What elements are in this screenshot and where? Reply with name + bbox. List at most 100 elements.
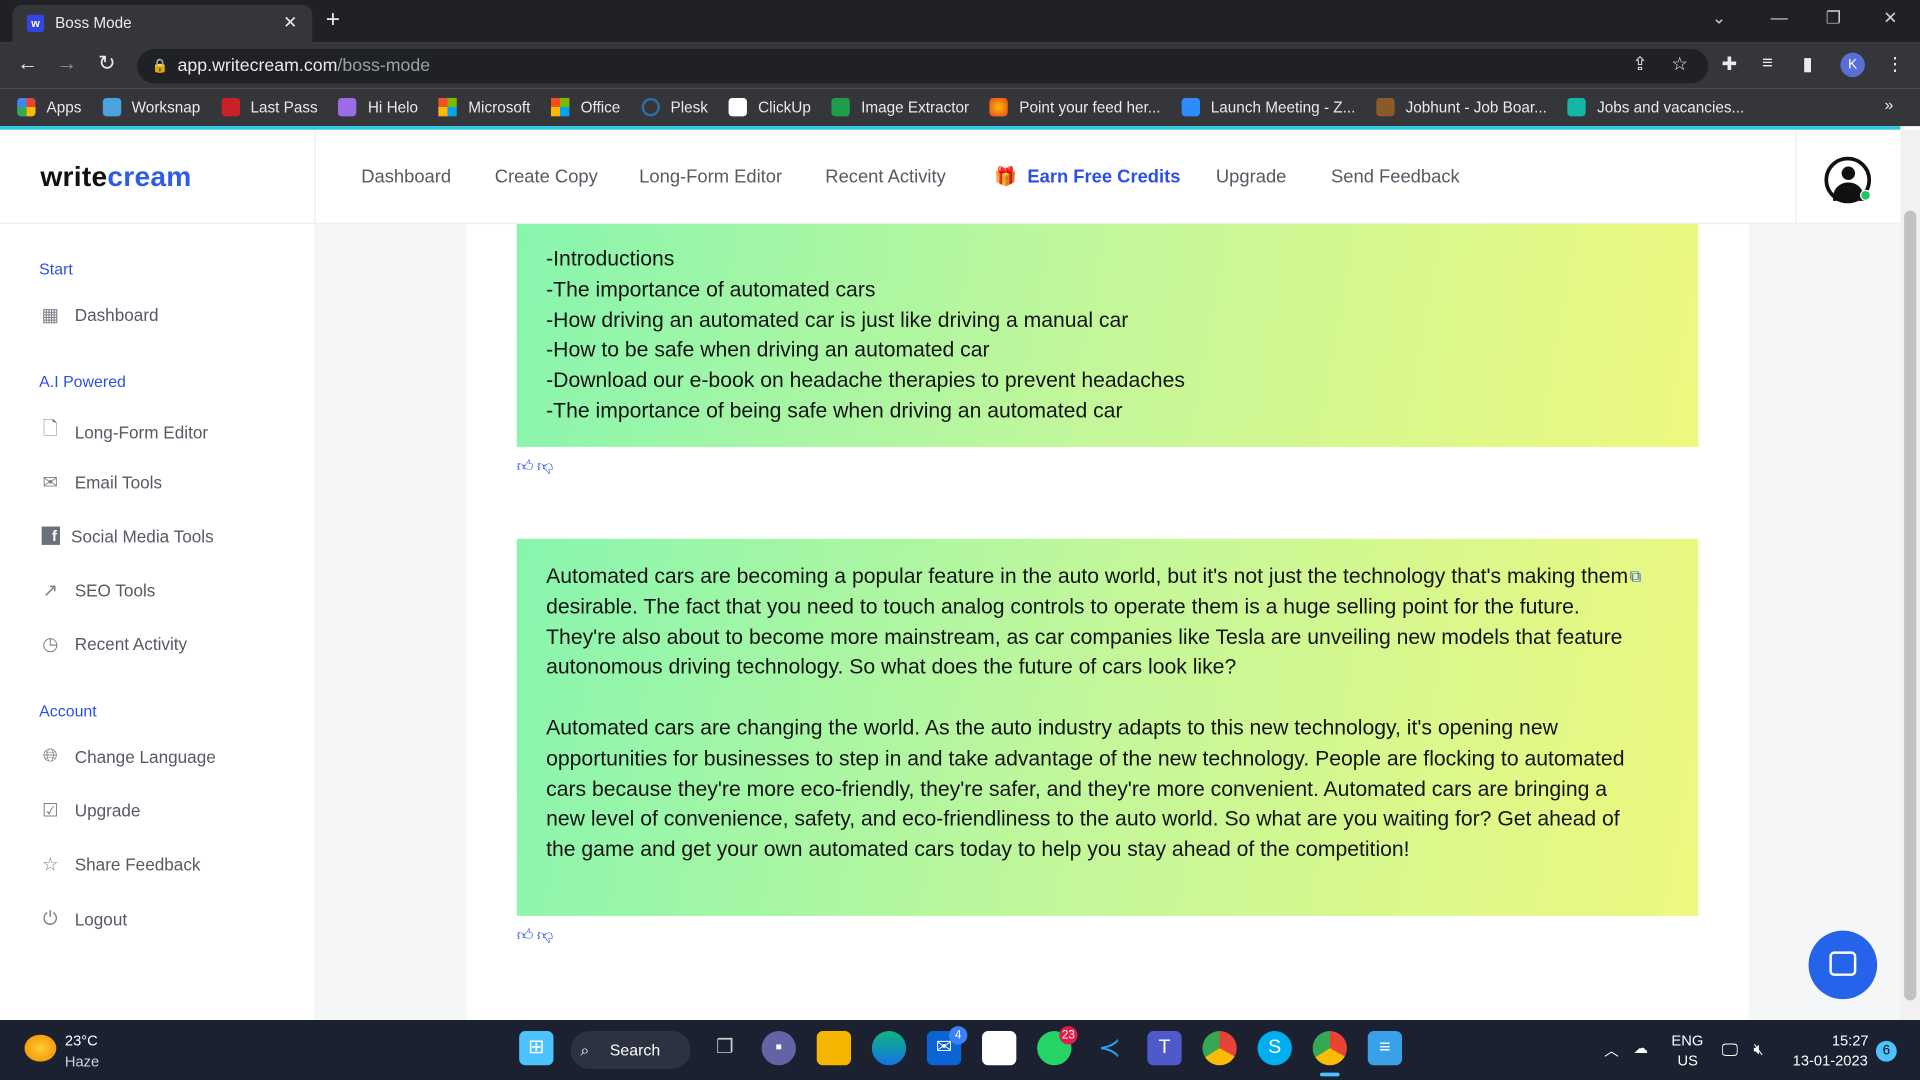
bookmark-image-extractor[interactable]: Image Extractor bbox=[831, 97, 969, 117]
tab-search-icon[interactable]: ⌄ bbox=[1712, 7, 1726, 28]
muted-speaker-icon[interactable]: 🔇︎ bbox=[1753, 1040, 1763, 1060]
bookmark-microsoft[interactable]: Microsoft bbox=[438, 97, 530, 117]
profile-avatar[interactable]: K bbox=[1840, 52, 1865, 78]
bookmark-star-icon[interactable]: ☆ bbox=[1671, 53, 1687, 75]
copy-icon[interactable]: ⧉ bbox=[1630, 567, 1641, 587]
whatsapp-icon[interactable]: 23 bbox=[1037, 1026, 1078, 1066]
clock-icon: ◷ bbox=[42, 634, 59, 656]
sidebar-section-ai: A.I Powered bbox=[39, 372, 126, 391]
sidebar-item-dashboard[interactable]: ▦ Dashboard bbox=[39, 304, 159, 326]
bookmark-jobs[interactable]: Jobs and vacancies... bbox=[1567, 97, 1744, 117]
notepad-icon[interactable]: ≡ bbox=[1367, 1031, 1403, 1066]
hihelo-icon bbox=[338, 97, 357, 117]
skype-icon[interactable]: S bbox=[1257, 1031, 1292, 1066]
close-window-button[interactable]: ✕ bbox=[1883, 7, 1897, 28]
nav-upgrade[interactable]: Upgrade bbox=[1216, 167, 1286, 188]
mail-icon[interactable]: ✉ 4 bbox=[926, 1026, 968, 1066]
side-panel-icon[interactable]: ▮ bbox=[1802, 53, 1812, 75]
nav-earn-free-credits[interactable]: Earn Free Credits bbox=[1027, 167, 1180, 188]
sidebar-item-logout[interactable]: ⏻ Logout bbox=[39, 909, 127, 930]
clock-date[interactable]: 13-01-2023 bbox=[1793, 1052, 1868, 1069]
new-tab-button[interactable]: + bbox=[326, 6, 340, 34]
article-paragraph: Automated cars are changing the world. A… bbox=[546, 715, 1625, 862]
minimize-button[interactable]: — bbox=[1771, 7, 1788, 27]
gift-icon: 🎁 bbox=[994, 166, 1018, 188]
taskbar-search[interactable]: ⌕ Search bbox=[570, 1031, 691, 1069]
bookmark-zoom[interactable]: Launch Meeting - Z... bbox=[1181, 97, 1355, 117]
forward-icon[interactable]: → bbox=[56, 51, 77, 75]
user-avatar[interactable] bbox=[1824, 156, 1872, 204]
back-icon[interactable]: ← bbox=[17, 51, 38, 75]
chat-app-icon[interactable]: ▪ bbox=[761, 1031, 796, 1066]
nav-recent-activity[interactable]: Recent Activity bbox=[825, 167, 945, 188]
notification-badge[interactable]: 6 bbox=[1875, 1040, 1897, 1062]
bookmark-apps[interactable]: Apps bbox=[17, 97, 81, 117]
extensions-icon[interactable]: ✚ bbox=[1722, 53, 1737, 75]
bookmark-worksnap[interactable]: Worksnap bbox=[102, 97, 201, 117]
sidebar-item-long-form-editor[interactable]: 🗋 Long-Form Editor bbox=[39, 416, 208, 447]
sidebar-item-recent-activity[interactable]: ◷ Recent Activity bbox=[39, 633, 187, 655]
bookmark-label: Point your feed her... bbox=[1019, 98, 1161, 116]
menu-icon[interactable]: ⋮ bbox=[1886, 53, 1904, 75]
thumbs-up-icon[interactable]: 👍︎ bbox=[517, 457, 537, 475]
address-bar[interactable]: 🔒 app.writecream.com/boss-mode bbox=[137, 48, 1709, 84]
chrome-active-icon[interactable] bbox=[1312, 1031, 1347, 1066]
onedrive-icon[interactable]: ☁ bbox=[1633, 1040, 1648, 1057]
windows-start-icon[interactable]: ⊞ bbox=[519, 1031, 554, 1066]
reload-icon[interactable]: ↻ bbox=[98, 51, 115, 75]
article-paragraph: Automated cars are becoming a popular fe… bbox=[546, 563, 1629, 679]
bookmark-office[interactable]: Office bbox=[551, 97, 621, 117]
store-icon[interactable] bbox=[982, 1031, 1017, 1066]
weather-temp[interactable]: 23°C bbox=[65, 1032, 98, 1049]
edge-icon[interactable] bbox=[871, 1031, 907, 1066]
bookmark-clickup[interactable]: ClickUp bbox=[728, 97, 811, 117]
browser-tab[interactable]: w Boss Mode ✕ bbox=[12, 4, 313, 43]
bookmark-jobhunt[interactable]: Jobhunt - Job Boar... bbox=[1376, 97, 1547, 117]
sidebar-item-social-media-tools[interactable]: f Social Media Tools bbox=[39, 525, 214, 546]
power-icon: ⏻ bbox=[42, 908, 58, 930]
whatsapp-badge: 23 bbox=[1059, 1026, 1078, 1045]
sidebar-item-share-feedback[interactable]: ☆ Share Feedback bbox=[39, 853, 201, 876]
url-path: /boss-mode bbox=[337, 56, 431, 76]
task-view-icon[interactable]: ❐ bbox=[708, 1031, 742, 1065]
share-icon[interactable]: ⇪ bbox=[1632, 53, 1647, 75]
bookmark-feed[interactable]: Point your feed her... bbox=[989, 97, 1161, 117]
sidebar-item-change-language[interactable]: 🌐︎ Change Language bbox=[39, 746, 216, 767]
nav-create-copy[interactable]: Create Copy bbox=[495, 167, 598, 188]
scrollbar-thumb[interactable] bbox=[1904, 210, 1917, 1001]
nav-send-feedback[interactable]: Send Feedback bbox=[1331, 167, 1460, 188]
thumbs-down-icon[interactable]: 👎︎ bbox=[537, 457, 557, 475]
outline-line: -Introductions bbox=[546, 246, 675, 271]
active-indicator bbox=[1320, 1072, 1340, 1077]
thumbs-up-icon[interactable]: 👍︎ bbox=[517, 926, 537, 944]
more-bookmarks-icon[interactable]: » bbox=[1884, 96, 1893, 114]
tab-title: Boss Mode bbox=[55, 14, 132, 32]
nav-dashboard[interactable]: Dashboard bbox=[361, 167, 451, 188]
file-explorer-icon[interactable] bbox=[816, 1031, 852, 1066]
writecream-logo[interactable]: writecream bbox=[40, 160, 191, 193]
chat-support-button[interactable] bbox=[1808, 930, 1878, 1000]
network-icon[interactable]: 🖵︎ bbox=[1722, 1040, 1739, 1061]
language-code[interactable]: ENG bbox=[1671, 1032, 1703, 1049]
bookmark-label: Office bbox=[580, 98, 621, 116]
sidebar-item-email-tools[interactable]: ✉ Email Tools bbox=[39, 471, 162, 494]
close-tab-icon[interactable]: ✕ bbox=[283, 12, 297, 33]
apps-icon bbox=[17, 97, 36, 117]
show-hidden-icons[interactable]: ︿ bbox=[1604, 1040, 1619, 1061]
sidebar-item-seo-tools[interactable]: ↗ SEO Tools bbox=[39, 579, 155, 601]
chrome-icon[interactable] bbox=[1202, 1031, 1237, 1066]
media-icon[interactable]: ≡ bbox=[1762, 53, 1773, 74]
bookmark-lastpass[interactable]: Last Pass bbox=[221, 97, 318, 117]
bookmark-plesk[interactable]: Plesk bbox=[641, 97, 708, 117]
bookmark-label: Hi Helo bbox=[367, 98, 419, 116]
restore-button[interactable]: ❐ bbox=[1826, 7, 1841, 28]
nav-long-form-editor[interactable]: Long-Form Editor bbox=[639, 167, 782, 188]
clock-time[interactable]: 15:27 bbox=[1832, 1032, 1869, 1049]
teams-icon[interactable]: T bbox=[1147, 1031, 1182, 1066]
sidebar-item-label: Change Language bbox=[74, 746, 216, 766]
thumbs-down-icon[interactable]: 👎︎ bbox=[537, 926, 557, 944]
bookmark-hihelo[interactable]: Hi Helo bbox=[338, 97, 419, 117]
vscode-icon[interactable]: ≺ bbox=[1092, 1031, 1126, 1065]
sidebar-item-upgrade[interactable]: ☑ Upgrade bbox=[39, 800, 140, 822]
bookmark-label: Worksnap bbox=[131, 98, 201, 116]
